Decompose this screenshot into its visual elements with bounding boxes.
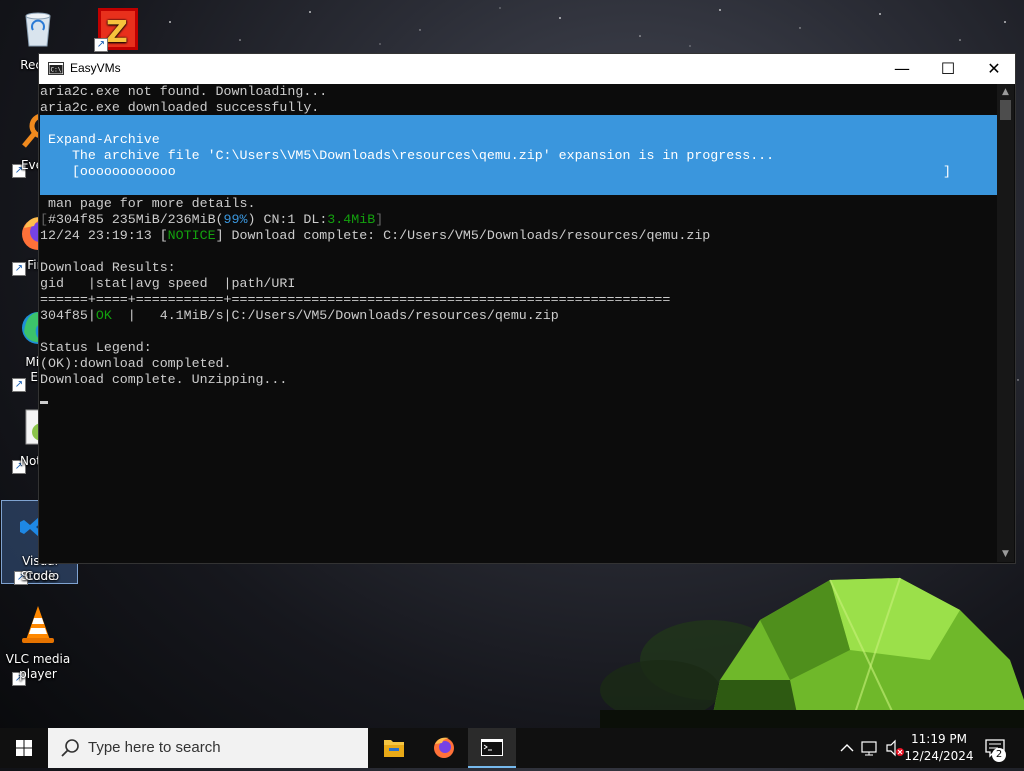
- maximize-button[interactable]: ☐: [925, 54, 971, 84]
- notice-timestamp: 12/24 23:19:13 [: [40, 228, 168, 243]
- console-line: Download Results:: [40, 260, 176, 275]
- window-title: EasyVMs: [70, 61, 121, 75]
- folder-icon: [384, 740, 404, 757]
- svg-text:Z: Z: [106, 15, 128, 50]
- progress-bar: [oooooooooooo: [48, 164, 176, 180]
- progress-activity: Expand-Archive: [48, 132, 160, 147]
- results-table-rule: ======+====+===========+================…: [40, 292, 671, 307]
- progress-bar-close: ]: [943, 164, 951, 179]
- recycle-bin-icon: [25, 12, 51, 47]
- vlc-cone-icon: [22, 606, 54, 643]
- results-table-header: gid |stat|avg speed |path/URI: [40, 276, 296, 291]
- row-separator: |: [87, 308, 96, 323]
- console-output[interactable]: aria2c.exe not found. Downloading... ari…: [40, 84, 998, 562]
- status-percent: 99%: [223, 212, 248, 227]
- status-text: ) CN:1 DL:: [247, 212, 328, 227]
- progress-bar-open: [: [48, 164, 80, 179]
- desktop-icon-label: player: [19, 667, 57, 681]
- scrollbar-thumb[interactable]: [1000, 100, 1011, 120]
- console-app-icon: C:\: [48, 62, 64, 75]
- results-table-row: 304f85|OK | 4.1MiB/s|C:/Users/VM5/Downlo…: [40, 308, 559, 324]
- row-rest: | 4.1MiB/s|C:/Users/VM5/Downloads/resour…: [111, 308, 559, 323]
- scroll-down-icon[interactable]: ▼: [997, 546, 1014, 562]
- search-placeholder: Type here to search: [88, 739, 221, 756]
- start-button[interactable]: [0, 728, 48, 768]
- taskbar: Type here to search 11:19 PM 12/24/2024: [0, 728, 1024, 768]
- shortcut-arrow-icon: ↗: [94, 38, 108, 52]
- status-bracket: ]: [375, 212, 384, 227]
- status-text: #304f85 235MiB/236MiB(: [47, 212, 224, 227]
- notice-text: ] Download complete: C:/Users/VM5/Downlo…: [215, 228, 711, 243]
- window-titlebar[interactable]: C:\ EasyVMs — ☐ ✕: [39, 54, 1015, 84]
- network-tray-button[interactable]: [858, 728, 882, 768]
- desktop-icon-label: VLC media: [5, 652, 71, 666]
- console-line: aria2c.exe not found. Downloading...: [40, 84, 328, 99]
- notification-count-badge: 2: [992, 748, 1006, 762]
- console-line: (OK):download completed.: [40, 356, 232, 371]
- progress-bar-fill: oooooooooooo: [79, 164, 176, 179]
- download-status-line: [#304f85 235MiB/236MiB(99%) CN:1 DL:3.4M…: [40, 212, 383, 228]
- scroll-up-icon[interactable]: ▲: [997, 84, 1014, 100]
- clock-date: 12/24/2024: [904, 749, 974, 763]
- console-app-icon: [481, 739, 503, 756]
- taskbar-clock[interactable]: 11:19 PM 12/24/2024: [903, 731, 975, 765]
- console-line: man page for more details.: [40, 196, 256, 211]
- firefox-icon: [434, 737, 454, 758]
- show-hidden-icons-button[interactable]: [836, 728, 858, 768]
- wallpaper-tent: [600, 577, 1024, 728]
- status-bracket: [: [40, 212, 48, 227]
- close-button[interactable]: ✕: [971, 54, 1017, 84]
- taskbar-file-explorer[interactable]: [370, 728, 418, 768]
- notice-line: 12/24 23:19:13 [NOTICE] Download complet…: [40, 228, 710, 244]
- clock-time: 11:19 PM: [911, 732, 967, 746]
- taskbar-firefox[interactable]: [420, 728, 468, 768]
- row-gid: 304f85: [40, 308, 88, 323]
- desktop-icon-vlc[interactable]: ↗ VLC media player: [0, 598, 76, 686]
- console-line: Status Legend:: [40, 340, 152, 355]
- console-line: Download complete. Unzipping...: [40, 372, 288, 387]
- row-status: OK: [95, 308, 112, 323]
- status-speed: 3.4MiB: [327, 212, 376, 227]
- network-icon: [861, 741, 877, 756]
- desktop-icon-label: Code: [24, 569, 56, 583]
- search-icon: [61, 739, 79, 757]
- windows-logo-icon: [16, 740, 32, 756]
- console-window[interactable]: C:\ EasyVMs — ☐ ✕ aria2c.exe not found. …: [38, 53, 1016, 564]
- vertical-scrollbar[interactable]: ▲ ▼: [997, 84, 1014, 562]
- notice-tag: NOTICE: [167, 228, 216, 243]
- progress-status: The archive file 'C:\Users\VM5\Downloads…: [48, 148, 775, 163]
- text-cursor: [40, 401, 48, 404]
- console-line: aria2c.exe downloaded successfully.: [40, 100, 320, 115]
- taskbar-search-box[interactable]: Type here to search: [48, 728, 368, 768]
- taskbar-command-prompt[interactable]: [468, 728, 516, 768]
- minimize-button[interactable]: —: [879, 54, 925, 84]
- desktop-icon-filezilla[interactable]: Z ↗: [78, 2, 154, 54]
- progress-panel: Expand-Archive The archive file 'C:\User…: [40, 115, 998, 195]
- chevron-up-icon: [840, 744, 854, 752]
- svg-text:C:\: C:\: [51, 67, 62, 74]
